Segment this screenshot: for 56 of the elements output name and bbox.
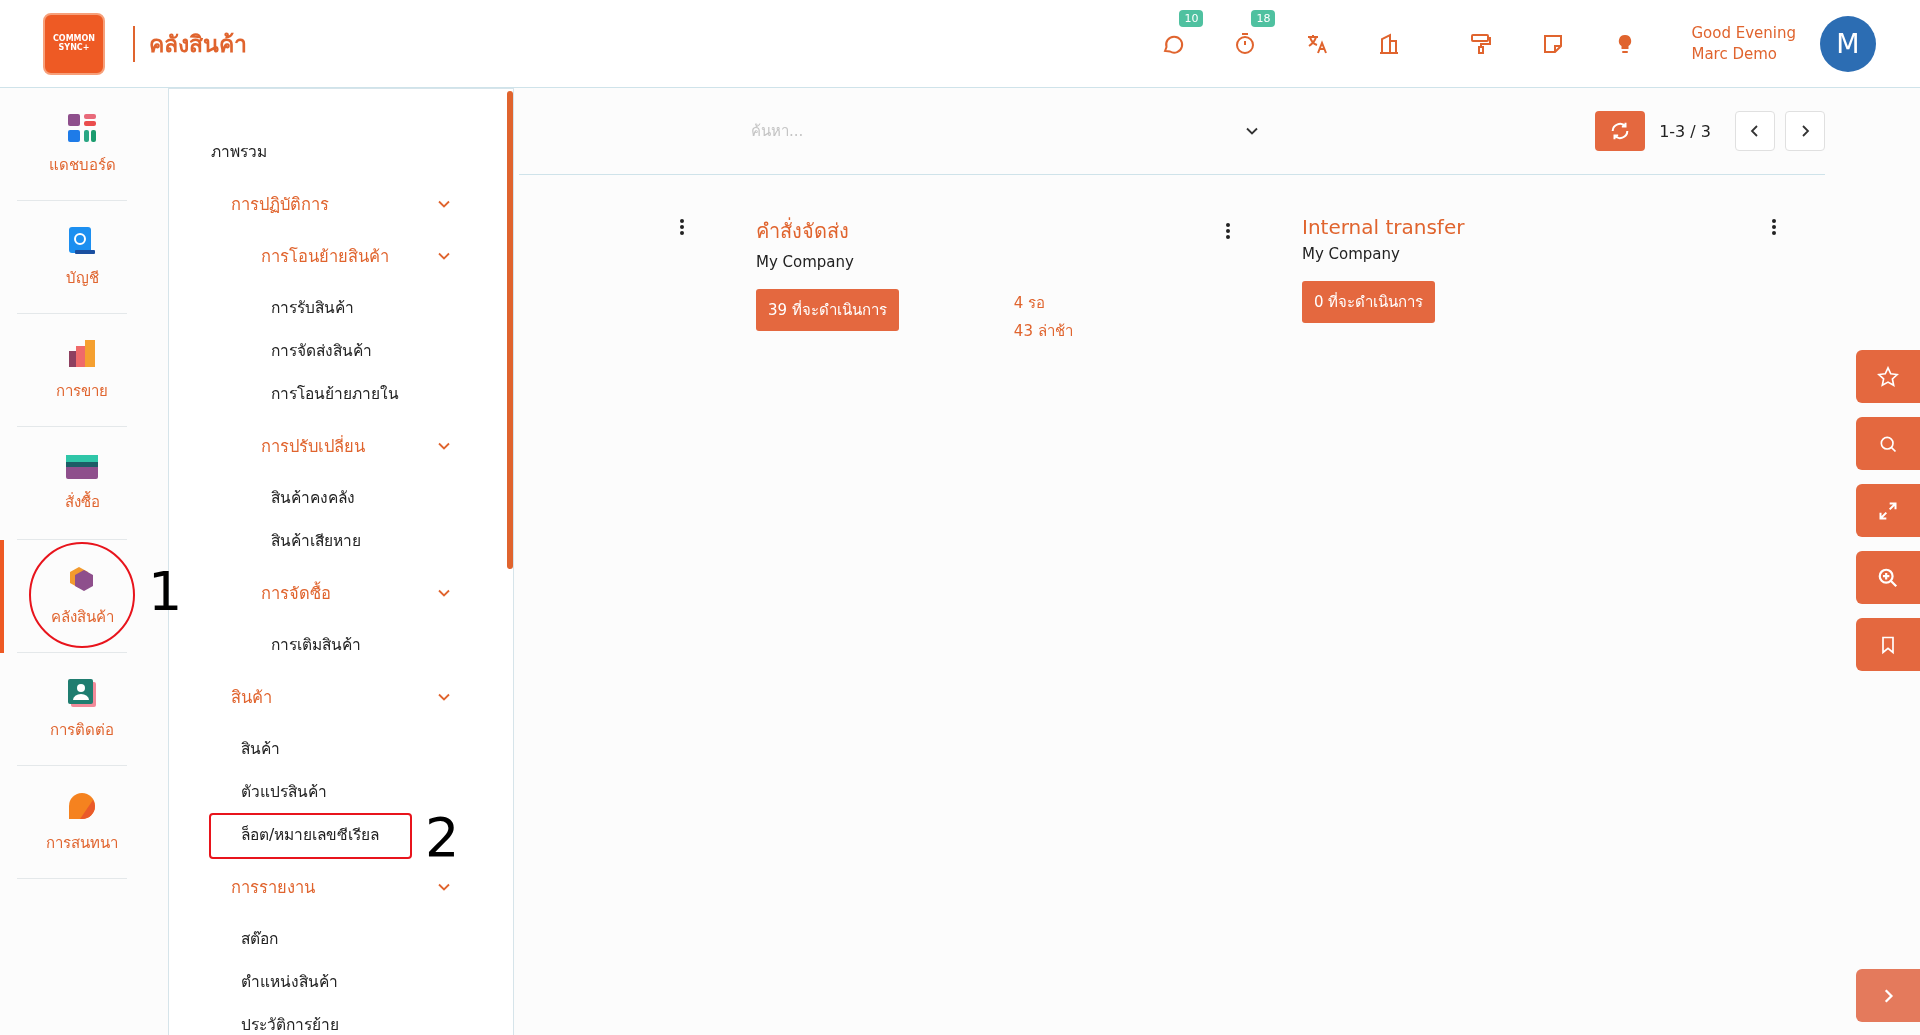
card-title[interactable]: Internal transfer (1302, 215, 1465, 239)
user-name: Marc Demo (1691, 43, 1778, 65)
chat-bubble-icon (67, 790, 97, 821)
dashboard-icon (67, 112, 97, 143)
more-icon[interactable] (679, 219, 685, 235)
action-button[interactable]: 0 ที่จะดำเนินการ (1302, 281, 1436, 323)
company-name: My Company (756, 253, 855, 271)
favorite-button[interactable] (1856, 350, 1920, 403)
bookmark-button[interactable] (1856, 618, 1920, 671)
card-title[interactable]: คำสั่งจัดส่ง (756, 215, 849, 247)
notification-badge: 10 (1179, 9, 1204, 27)
menu-group[interactable]: การจัดซื้อ (261, 579, 331, 606)
menu-item[interactable]: สต๊อก (241, 926, 278, 951)
pager-count: 1-3 / 3 (1659, 121, 1711, 141)
menu-item[interactable]: การจัดส่งสินค้า (271, 338, 372, 363)
menu-item[interactable]: สินค้า (241, 736, 280, 761)
more-icon[interactable] (1225, 223, 1231, 239)
logo: COMMON SYNC+ (43, 12, 105, 75)
menu-group[interactable]: สินค้า (231, 683, 272, 710)
refresh-button[interactable] (1595, 111, 1646, 151)
bar-chart-icon (67, 338, 97, 369)
card-icon (65, 453, 99, 480)
annotation-number: 2 (425, 811, 460, 865)
status-link[interactable]: 43 ล่าช้า (1013, 319, 1073, 343)
action-button[interactable]: 39 ที่จะดำเนินการ (756, 289, 899, 331)
annotation-number: 1 (148, 565, 183, 619)
more-icon[interactable] (1771, 219, 1777, 235)
zoom-in-icon (1877, 566, 1899, 589)
menu-item[interactable]: การโอนย้ายภายใน (271, 381, 399, 406)
menu-item[interactable]: ภาพรวม (211, 139, 267, 164)
zoom-button[interactable] (1856, 551, 1920, 604)
menu-group[interactable]: การปฏิบัติการ (231, 190, 329, 217)
menu-group[interactable]: การรายงาน (231, 873, 315, 900)
menu-item[interactable]: การเติมสินค้า (271, 632, 361, 657)
company-name: My Company (1302, 245, 1401, 263)
menu-item[interactable]: ตัวแปรสินค้า (241, 779, 327, 804)
search-button[interactable] (1856, 417, 1920, 470)
menu-item[interactable]: ประวัติการย้าย (241, 1012, 339, 1035)
menu-item[interactable]: ตำแหน่งสินค้า (241, 969, 338, 994)
menu-group[interactable]: การโอนย้ายสินค้า (261, 242, 389, 269)
app-title: คลังสินค้า (149, 29, 247, 59)
paint-roller-icon[interactable] (1469, 31, 1494, 56)
search-field[interactable]: ค้นหา... (749, 121, 1245, 141)
menu-item[interactable]: ล็อต/หมายเลขซีเรียล (241, 822, 380, 847)
menu-item[interactable]: สินค้าเสียหาย (271, 528, 361, 553)
expand-icon (1878, 500, 1898, 521)
expand-button[interactable] (1856, 484, 1920, 537)
menu-item[interactable]: การรับสินค้า (271, 295, 354, 320)
contact-icon (67, 677, 97, 708)
user-avatar[interactable]: M (1820, 15, 1876, 72)
status-link[interactable]: 4 รอ (1013, 291, 1073, 315)
greeting: Good Evening (1691, 22, 1796, 44)
star-icon (1877, 365, 1899, 388)
notification-badge: 18 (1251, 9, 1276, 27)
menu-item[interactable]: สินค้าคงคลัง (271, 485, 355, 510)
menu-group[interactable]: การปรับเปลี่ยน (261, 432, 365, 459)
